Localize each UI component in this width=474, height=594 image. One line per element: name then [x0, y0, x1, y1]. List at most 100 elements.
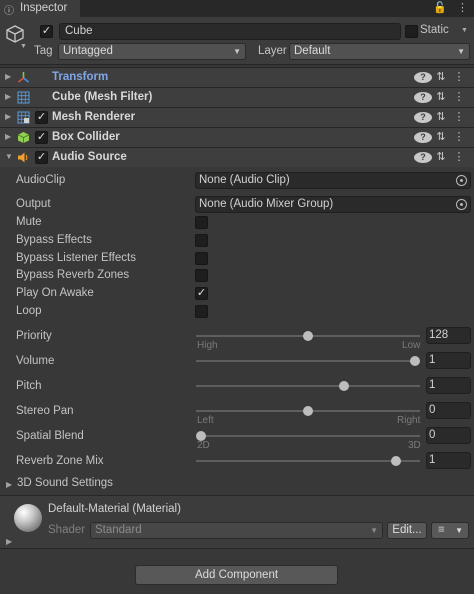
component-actions: ? ⇅ ⋮: [414, 130, 468, 143]
fold-arrow-icon[interactable]: ▶: [5, 72, 11, 81]
pitch-slider-track[interactable]: [196, 385, 420, 387]
audioclip-label: AudioClip: [16, 174, 66, 186]
component-actions: ? ⇅ ⋮: [414, 110, 468, 123]
spatial-blend-value-field[interactable]: 0: [426, 427, 471, 444]
pitch-slider-knob[interactable]: [338, 381, 349, 391]
bypass-reverb-zones-checkbox[interactable]: [195, 269, 208, 282]
loop-label: Loop: [16, 305, 42, 317]
fold-arrow-icon[interactable]: ▶: [5, 92, 11, 101]
volume-value-field[interactable]: 1: [426, 352, 471, 369]
object-picker-icon[interactable]: [456, 175, 467, 186]
mute-label: Mute: [16, 216, 42, 228]
bypass-effects-checkbox[interactable]: [195, 234, 208, 247]
gameobject-name-input[interactable]: Cube: [59, 23, 401, 40]
mesh-renderer-icon: [17, 111, 30, 124]
component-name: Mesh Renderer: [52, 111, 136, 123]
stereo-pan-value-field[interactable]: 0: [426, 402, 471, 419]
component-enabled-checkbox[interactable]: ✓: [35, 151, 48, 164]
audioclip-value: None (Audio Clip): [199, 174, 290, 186]
pitch-value-field[interactable]: 1: [426, 377, 471, 394]
presets-icon[interactable]: ⇅: [432, 90, 450, 103]
component-transform[interactable]: ▶ Transform ? ⇅ ⋮: [0, 67, 474, 87]
fold-arrow-icon[interactable]: ▶: [5, 112, 11, 121]
chevron-down-icon: ▼: [233, 47, 241, 56]
divider: [0, 548, 474, 549]
component-enabled-checkbox[interactable]: ✓: [35, 131, 48, 144]
volume-slider-track[interactable]: [196, 360, 420, 362]
material-preview-sphere: [14, 504, 42, 532]
component-mesh-renderer[interactable]: ▶ ✓ Mesh Renderer ? ⇅ ⋮: [0, 107, 474, 127]
presets-icon[interactable]: ⇅: [432, 130, 450, 143]
edit-shader-button[interactable]: Edit...: [387, 522, 427, 539]
presets-icon[interactable]: ⇅: [432, 110, 450, 123]
presets-icon[interactable]: ⇅: [432, 70, 450, 83]
component-actions: ? ⇅ ⋮: [414, 70, 468, 83]
spatial-blend-slider-track[interactable]: [196, 435, 420, 437]
fold-arrow-icon[interactable]: ▶: [6, 480, 12, 489]
presets-icon[interactable]: ⇅: [432, 150, 450, 163]
shader-options-dropdown[interactable]: ≡ ▼: [431, 522, 469, 539]
layer-dropdown[interactable]: Default ▼: [289, 43, 470, 60]
sound-settings-foldout[interactable]: 3D Sound Settings: [17, 477, 113, 489]
active-checkbox[interactable]: ✓: [40, 25, 53, 38]
list-icon: ≡: [438, 524, 445, 536]
bypass-listener-effects-checkbox[interactable]: [195, 252, 208, 265]
tab-inspector[interactable]: ⓘ Inspector: [0, 0, 80, 17]
component-name: Audio Source: [52, 151, 127, 163]
component-box-collider[interactable]: ▶ ✓ Box Collider ? ⇅ ⋮: [0, 127, 474, 147]
help-icon[interactable]: ?: [414, 151, 432, 163]
audio-source-icon: [18, 152, 28, 163]
kebab-menu-icon[interactable]: ⋮: [457, 2, 468, 14]
object-picker-icon[interactable]: [456, 199, 467, 210]
tag-dropdown[interactable]: Untagged ▼: [58, 43, 246, 60]
kebab-menu-icon[interactable]: ⋮: [450, 90, 468, 103]
static-dropdown-icon[interactable]: ▼: [461, 27, 468, 34]
tab-bar: ⓘ Inspector 🔓 ⋮: [0, 0, 474, 17]
tag-label: Tag: [34, 45, 53, 57]
tab-title: Inspector: [20, 2, 68, 14]
play-on-awake-checkbox[interactable]: ✓: [195, 287, 208, 300]
component-mesh-filter[interactable]: ▶ Cube (Mesh Filter) ? ⇅ ⋮: [0, 87, 474, 107]
chevron-down-icon[interactable]: ▼: [20, 43, 27, 50]
fold-arrow-icon[interactable]: ▶: [6, 537, 12, 546]
chevron-down-icon: ▼: [457, 47, 465, 56]
priority-slider-knob[interactable]: [303, 331, 313, 341]
stereo-pan-slider-knob[interactable]: [303, 406, 313, 416]
loop-checkbox[interactable]: [195, 305, 208, 318]
output-value: None (Audio Mixer Group): [199, 198, 334, 210]
output-label: Output: [16, 198, 51, 210]
reverb-zone-mix-slider-knob[interactable]: [390, 456, 401, 466]
shader-label: Shader: [48, 524, 86, 536]
mute-checkbox[interactable]: [195, 216, 208, 229]
help-icon[interactable]: ?: [414, 131, 432, 143]
box-collider-icon: [17, 132, 30, 143]
kebab-menu-icon[interactable]: ⋮: [450, 130, 468, 143]
static-checkbox[interactable]: [405, 25, 418, 38]
kebab-menu-icon[interactable]: ⋮: [450, 110, 468, 123]
fold-arrow-expanded-icon[interactable]: ▼: [5, 152, 13, 161]
help-icon[interactable]: ?: [414, 91, 432, 103]
reverb-zone-mix-slider-track[interactable]: [196, 460, 420, 462]
bypass-effects-label: Bypass Effects: [16, 234, 92, 246]
component-name: Transform: [52, 71, 109, 83]
material-name: Default-Material (Material): [48, 503, 181, 515]
fold-arrow-icon[interactable]: ▶: [5, 132, 11, 141]
chevron-down-icon: ▼: [370, 526, 378, 535]
help-icon[interactable]: ?: [414, 71, 432, 83]
add-component-button[interactable]: Add Component: [135, 565, 338, 585]
reverb-zone-mix-value-field[interactable]: 1: [426, 452, 471, 469]
help-icon[interactable]: ?: [414, 111, 432, 123]
kebab-menu-icon[interactable]: ⋮: [450, 150, 468, 163]
component-enabled-checkbox[interactable]: ✓: [35, 111, 48, 124]
kebab-menu-icon[interactable]: ⋮: [450, 70, 468, 83]
priority-value-field[interactable]: 128: [426, 327, 471, 344]
volume-slider-knob[interactable]: [410, 356, 420, 366]
mesh-filter-icon: [17, 91, 30, 104]
lock-icon[interactable]: 🔓: [433, 2, 447, 14]
bypass-reverb-zones-label: Bypass Reverb Zones: [16, 269, 130, 281]
audioclip-field[interactable]: None (Audio Clip): [195, 172, 471, 189]
shader-value: Standard: [95, 524, 142, 536]
output-field[interactable]: None (Audio Mixer Group): [195, 196, 471, 213]
component-audio-source[interactable]: ▼ ✓ Audio Source ? ⇅ ⋮: [0, 147, 474, 167]
shader-dropdown[interactable]: Standard ▼: [90, 522, 383, 539]
